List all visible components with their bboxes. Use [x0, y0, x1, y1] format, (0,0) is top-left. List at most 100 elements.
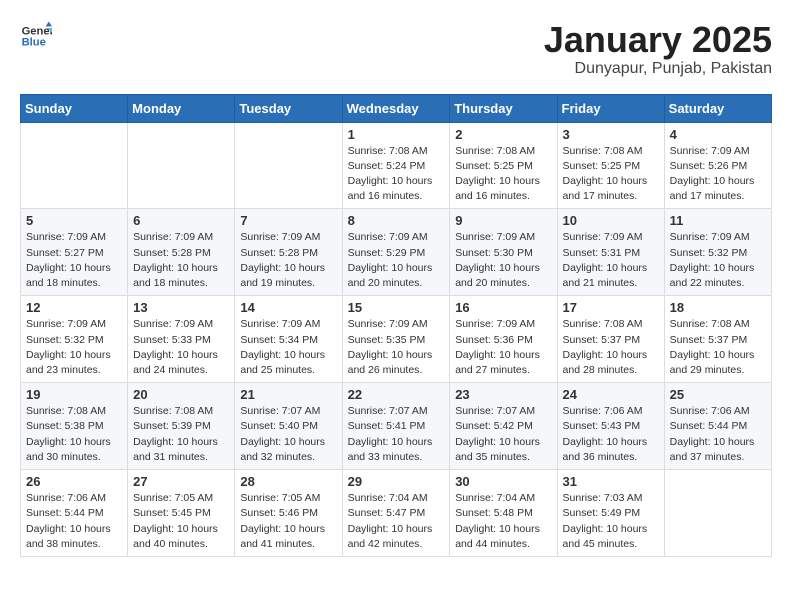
- day-number: 29: [348, 474, 445, 489]
- day-info: Sunrise: 7:09 AM Sunset: 5:33 PM Dayligh…: [133, 317, 229, 378]
- calendar-cell: 6 Sunrise: 7:09 AM Sunset: 5:28 PM Daylig…: [128, 209, 235, 296]
- calendar-cell: 3 Sunrise: 7:08 AM Sunset: 5:25 PM Daylig…: [557, 122, 664, 209]
- calendar-cell: 2 Sunrise: 7:08 AM Sunset: 5:25 PM Daylig…: [450, 122, 557, 209]
- day-number: 5: [26, 213, 122, 228]
- weekday-header: Saturday: [664, 94, 771, 122]
- day-number: 16: [455, 300, 551, 315]
- day-number: 19: [26, 387, 122, 402]
- calendar-table: SundayMondayTuesdayWednesdayThursdayFrid…: [20, 94, 772, 557]
- calendar-cell: 25 Sunrise: 7:06 AM Sunset: 5:44 PM Dayli…: [664, 383, 771, 470]
- day-number: 25: [670, 387, 766, 402]
- day-number: 15: [348, 300, 445, 315]
- day-info: Sunrise: 7:05 AM Sunset: 5:45 PM Dayligh…: [133, 491, 229, 552]
- day-info: Sunrise: 7:07 AM Sunset: 5:42 PM Dayligh…: [455, 404, 551, 465]
- day-number: 8: [348, 213, 445, 228]
- day-number: 21: [240, 387, 336, 402]
- calendar-cell: 12 Sunrise: 7:09 AM Sunset: 5:32 PM Dayli…: [21, 296, 128, 383]
- day-info: Sunrise: 7:07 AM Sunset: 5:40 PM Dayligh…: [240, 404, 336, 465]
- day-number: 20: [133, 387, 229, 402]
- calendar-cell: 7 Sunrise: 7:09 AM Sunset: 5:28 PM Daylig…: [235, 209, 342, 296]
- day-number: 12: [26, 300, 122, 315]
- day-info: Sunrise: 7:09 AM Sunset: 5:29 PM Dayligh…: [348, 230, 445, 291]
- calendar-cell: 8 Sunrise: 7:09 AM Sunset: 5:29 PM Daylig…: [342, 209, 450, 296]
- calendar-cell: 1Sunrise: 7:08 AM Sunset: 5:24 PM Daylig…: [342, 122, 450, 209]
- calendar-week-row: 5 Sunrise: 7:09 AM Sunset: 5:27 PM Daylig…: [21, 209, 772, 296]
- calendar-cell: [128, 122, 235, 209]
- calendar-week-row: 1Sunrise: 7:08 AM Sunset: 5:24 PM Daylig…: [21, 122, 772, 209]
- calendar-cell: 22 Sunrise: 7:07 AM Sunset: 5:41 PM Dayli…: [342, 383, 450, 470]
- calendar-cell: 28 Sunrise: 7:05 AM Sunset: 5:46 PM Dayli…: [235, 470, 342, 557]
- weekday-header: Tuesday: [235, 94, 342, 122]
- day-info: Sunrise: 7:08 AM Sunset: 5:37 PM Dayligh…: [563, 317, 659, 378]
- day-info: Sunrise: 7:06 AM Sunset: 5:44 PM Dayligh…: [26, 491, 122, 552]
- day-info: Sunrise: 7:09 AM Sunset: 5:34 PM Dayligh…: [240, 317, 336, 378]
- day-number: 6: [133, 213, 229, 228]
- calendar-cell: 31 Sunrise: 7:03 AM Sunset: 5:49 PM Dayli…: [557, 470, 664, 557]
- calendar-cell: 26 Sunrise: 7:06 AM Sunset: 5:44 PM Dayli…: [21, 470, 128, 557]
- weekday-header: Friday: [557, 94, 664, 122]
- day-number: 30: [455, 474, 551, 489]
- calendar-cell: 9Sunrise: 7:09 AM Sunset: 5:30 PM Daylig…: [450, 209, 557, 296]
- day-number: 23: [455, 387, 551, 402]
- day-info: Sunrise: 7:09 AM Sunset: 5:31 PM Dayligh…: [563, 230, 659, 291]
- day-info: Sunrise: 7:07 AM Sunset: 5:41 PM Dayligh…: [348, 404, 445, 465]
- calendar-cell: 16 Sunrise: 7:09 AM Sunset: 5:36 PM Dayli…: [450, 296, 557, 383]
- weekday-header: Wednesday: [342, 94, 450, 122]
- calendar-cell: [664, 470, 771, 557]
- day-info: Sunrise: 7:09 AM Sunset: 5:32 PM Dayligh…: [670, 230, 766, 291]
- day-info: Sunrise: 7:08 AM Sunset: 5:25 PM Dayligh…: [455, 144, 551, 205]
- day-info: Sunrise: 7:09 AM Sunset: 5:26 PM Dayligh…: [670, 144, 766, 205]
- day-number: 2: [455, 127, 551, 142]
- day-number: 7: [240, 213, 336, 228]
- calendar-cell: 24 Sunrise: 7:06 AM Sunset: 5:43 PM Dayli…: [557, 383, 664, 470]
- calendar-cell: [21, 122, 128, 209]
- svg-text:General: General: [22, 25, 52, 37]
- calendar-cell: 23 Sunrise: 7:07 AM Sunset: 5:42 PM Dayli…: [450, 383, 557, 470]
- calendar-cell: 4 Sunrise: 7:09 AM Sunset: 5:26 PM Daylig…: [664, 122, 771, 209]
- calendar-cell: 13 Sunrise: 7:09 AM Sunset: 5:33 PM Dayli…: [128, 296, 235, 383]
- day-number: 24: [563, 387, 659, 402]
- day-info: Sunrise: 7:06 AM Sunset: 5:43 PM Dayligh…: [563, 404, 659, 465]
- day-number: 26: [26, 474, 122, 489]
- day-info: Sunrise: 7:09 AM Sunset: 5:28 PM Dayligh…: [240, 230, 336, 291]
- calendar-week-row: 26 Sunrise: 7:06 AM Sunset: 5:44 PM Dayli…: [21, 470, 772, 557]
- calendar-cell: 11 Sunrise: 7:09 AM Sunset: 5:32 PM Dayli…: [664, 209, 771, 296]
- day-number: 17: [563, 300, 659, 315]
- day-number: 22: [348, 387, 445, 402]
- day-info: Sunrise: 7:05 AM Sunset: 5:46 PM Dayligh…: [240, 491, 336, 552]
- day-number: 4: [670, 127, 766, 142]
- day-info: Sunrise: 7:03 AM Sunset: 5:49 PM Dayligh…: [563, 491, 659, 552]
- calendar-cell: 18Sunrise: 7:08 AM Sunset: 5:37 PM Dayli…: [664, 296, 771, 383]
- calendar-title: January 2025: [544, 20, 772, 60]
- day-number: 28: [240, 474, 336, 489]
- calendar-week-row: 19Sunrise: 7:08 AM Sunset: 5:38 PM Dayli…: [21, 383, 772, 470]
- page-header: General Blue January 2025 Dunyapur, Punj…: [20, 20, 772, 78]
- day-info: Sunrise: 7:08 AM Sunset: 5:37 PM Dayligh…: [670, 317, 766, 378]
- day-info: Sunrise: 7:08 AM Sunset: 5:24 PM Dayligh…: [348, 144, 445, 205]
- calendar-header-row: SundayMondayTuesdayWednesdayThursdayFrid…: [21, 94, 772, 122]
- day-number: 13: [133, 300, 229, 315]
- day-info: Sunrise: 7:09 AM Sunset: 5:27 PM Dayligh…: [26, 230, 122, 291]
- day-info: Sunrise: 7:09 AM Sunset: 5:32 PM Dayligh…: [26, 317, 122, 378]
- weekday-header: Monday: [128, 94, 235, 122]
- day-info: Sunrise: 7:09 AM Sunset: 5:28 PM Dayligh…: [133, 230, 229, 291]
- day-number: 3: [563, 127, 659, 142]
- day-number: 31: [563, 474, 659, 489]
- calendar-cell: 27Sunrise: 7:05 AM Sunset: 5:45 PM Dayli…: [128, 470, 235, 557]
- day-info: Sunrise: 7:04 AM Sunset: 5:48 PM Dayligh…: [455, 491, 551, 552]
- day-info: Sunrise: 7:08 AM Sunset: 5:25 PM Dayligh…: [563, 144, 659, 205]
- calendar-cell: 29Sunrise: 7:04 AM Sunset: 5:47 PM Dayli…: [342, 470, 450, 557]
- calendar-cell: 20 Sunrise: 7:08 AM Sunset: 5:39 PM Dayli…: [128, 383, 235, 470]
- calendar-cell: 19Sunrise: 7:08 AM Sunset: 5:38 PM Dayli…: [21, 383, 128, 470]
- calendar-cell: 15 Sunrise: 7:09 AM Sunset: 5:35 PM Dayli…: [342, 296, 450, 383]
- day-info: Sunrise: 7:06 AM Sunset: 5:44 PM Dayligh…: [670, 404, 766, 465]
- day-info: Sunrise: 7:08 AM Sunset: 5:39 PM Dayligh…: [133, 404, 229, 465]
- calendar-cell: 14Sunrise: 7:09 AM Sunset: 5:34 PM Dayli…: [235, 296, 342, 383]
- weekday-header: Thursday: [450, 94, 557, 122]
- logo: General Blue: [20, 20, 52, 52]
- calendar-cell: 21 Sunrise: 7:07 AM Sunset: 5:40 PM Dayli…: [235, 383, 342, 470]
- day-info: Sunrise: 7:09 AM Sunset: 5:36 PM Dayligh…: [455, 317, 551, 378]
- day-info: Sunrise: 7:09 AM Sunset: 5:35 PM Dayligh…: [348, 317, 445, 378]
- svg-text:Blue: Blue: [22, 37, 46, 49]
- day-number: 11: [670, 213, 766, 228]
